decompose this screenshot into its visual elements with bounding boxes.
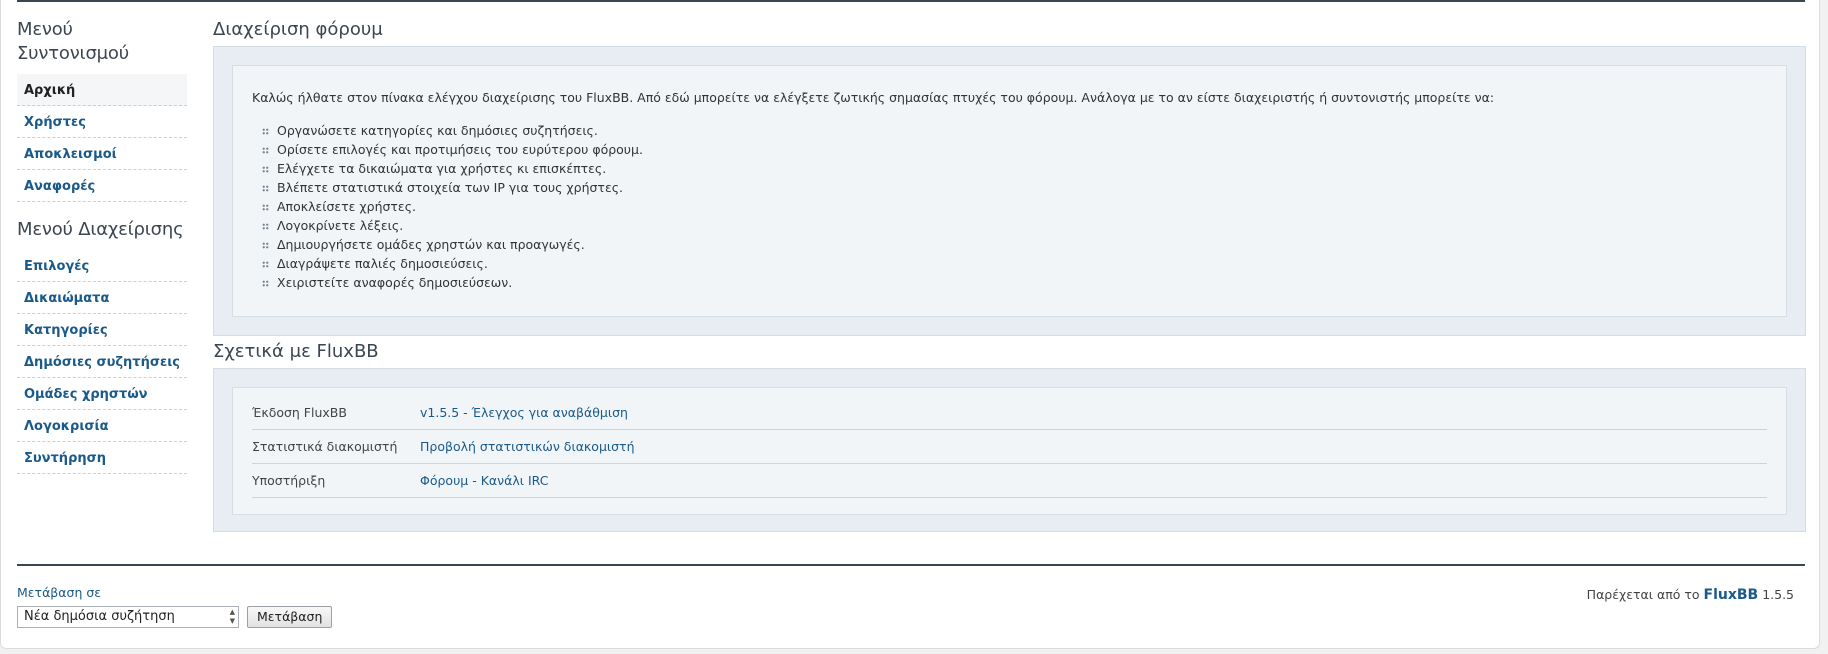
- admin-menu-title: Μενού Διαχείρισης: [17, 219, 184, 240]
- version-check-link[interactable]: v1.5.5 - Έλεγχος για αναβάθμιση: [420, 405, 628, 420]
- jump-label: Μετάβαση σε: [17, 585, 102, 600]
- list-item: Χειριστείτε αναφορές δημοσιεύσεων.: [262, 273, 1767, 292]
- list-item: Βλέπετε στατιστικά στοιχεία των IP για τ…: [262, 178, 1767, 197]
- support-value: Φόρουμ - Κανάλι IRC: [420, 463, 1767, 498]
- bullet-icon: [262, 185, 269, 192]
- sidebar-item-label[interactable]: Επιλογές: [24, 259, 89, 274]
- sidebar: Μενού Συντονισμού Αρχική Χρήστες Αποκλει…: [17, 18, 187, 490]
- main-content: Διαχείριση φόρουμ Καλώς ήλθατε στον πίνα…: [213, 18, 1806, 532]
- server-stats-link[interactable]: Προβολή στατιστικών διακομιστή: [420, 439, 635, 454]
- sidebar-item-label[interactable]: Χρήστες: [24, 115, 86, 130]
- list-item: Ελέγχετε τα δικαιώματα για χρήστες κι επ…: [262, 159, 1767, 178]
- sidebar-item-label[interactable]: Δημόσιες συζητήσεις: [24, 355, 180, 370]
- sidebar-item-index[interactable]: Αρχική: [17, 74, 187, 106]
- sidebar-item-categories[interactable]: Κατηγορίες: [17, 314, 187, 346]
- powered-prefix: Παρέχεται από το: [1586, 587, 1700, 602]
- feature-list: Οργανώσετε κατηγορίες και δημόσιες συζητ…: [252, 121, 1767, 292]
- server-stats-value: Προβολή στατιστικών διακομιστή: [420, 429, 1767, 464]
- forum-jump-select[interactable]: Νέα δημόσια συζήτηση ▲ ▼: [17, 606, 239, 628]
- about-section-inner: Έκδοση FluxBB v1.5.5 - Έλεγχος για αναβά…: [232, 387, 1787, 515]
- sidebar-item-label[interactable]: Αναφορές: [24, 179, 95, 194]
- select-arrows-icon: ▲ ▼: [229, 608, 235, 625]
- list-item: Αποκλείσετε χρήστες.: [262, 197, 1767, 216]
- sidebar-item-label[interactable]: Δικαιώματα: [24, 291, 109, 306]
- sidebar-item-label[interactable]: Ομάδες χρηστών: [24, 387, 147, 402]
- list-item: Διαγράψετε παλιές δημοσιεύσεις.: [262, 254, 1767, 273]
- bullet-icon: [262, 280, 269, 287]
- list-item: Οργανώσετε κατηγορίες και δημόσιες συζητ…: [262, 121, 1767, 140]
- bullet-icon: [262, 242, 269, 249]
- jump-to-form: Μετάβαση σε Νέα δημόσια συζήτηση ▲ ▼ Μετά…: [17, 585, 333, 628]
- list-item: Ορίσετε επιλογές και προτιμήσεις του ευρ…: [262, 140, 1767, 159]
- moderator-menu: Αρχική Χρήστες Αποκλεισμοί Αναφορές: [17, 74, 187, 202]
- about-section-title: Σχετικά με FluxBB: [213, 341, 379, 362]
- sidebar-item-groups[interactable]: Ομάδες χρηστών: [17, 378, 187, 410]
- bullet-icon: [262, 223, 269, 230]
- sidebar-item-options[interactable]: Επιλογές: [17, 250, 187, 282]
- table-row: Υποστήριξη Φόρουμ - Κανάλι IRC: [252, 463, 1767, 498]
- admin-section-box: Καλώς ήλθατε στον πίνακα ελέγχου διαχείρ…: [213, 46, 1806, 336]
- forum-jump-selected: Νέα δημόσια συζήτηση: [24, 609, 175, 624]
- sidebar-item-label[interactable]: Αποκλεισμοί: [24, 147, 117, 162]
- about-table: Έκδοση FluxBB v1.5.5 - Έλεγχος για αναβά…: [252, 396, 1767, 498]
- powered-by: Παρέχεται από το FluxBB 1.5.5: [1587, 587, 1794, 603]
- moderator-menu-title: Μενού Συντονισμού: [17, 19, 129, 64]
- list-item: Δημιουργήσετε ομάδες χρηστών και προαγωγ…: [262, 235, 1767, 254]
- about-section-box: Έκδοση FluxBB v1.5.5 - Έλεγχος για αναβά…: [213, 368, 1806, 532]
- support-label: Υποστήριξη: [252, 463, 420, 498]
- support-link[interactable]: Φόρουμ - Κανάλι IRC: [420, 473, 548, 488]
- admin-menu: Επιλογές Δικαιώματα Κατηγορίες Δημόσιες …: [17, 250, 187, 474]
- admin-intro-text: Καλώς ήλθατε στον πίνακα ελέγχου διαχείρ…: [252, 90, 1495, 105]
- bullet-icon: [262, 128, 269, 135]
- bullet-icon: [262, 147, 269, 154]
- server-stats-label: Στατιστικά διακομιστή: [252, 429, 420, 464]
- sidebar-item-permissions[interactable]: Δικαιώματα: [17, 282, 187, 314]
- version-value: v1.5.5 - Έλεγχος για αναβάθμιση: [420, 396, 1767, 430]
- sidebar-item-censoring[interactable]: Λογοκρισία: [17, 410, 187, 442]
- sidebar-item-label[interactable]: Αρχική: [24, 83, 75, 98]
- list-item: Λογοκρίνετε λέξεις.: [262, 216, 1767, 235]
- bullet-icon: [262, 166, 269, 173]
- bullet-icon: [262, 261, 269, 268]
- top-divider: [17, 0, 1805, 2]
- jump-button[interactable]: Μετάβαση: [247, 606, 333, 628]
- bullet-icon: [262, 204, 269, 211]
- sidebar-item-users[interactable]: Χρήστες: [17, 106, 187, 138]
- powered-version: 1.5.5: [1762, 587, 1794, 602]
- version-label: Έκδοση FluxBB: [252, 396, 420, 430]
- table-row: Έκδοση FluxBB v1.5.5 - Έλεγχος για αναβά…: [252, 396, 1767, 430]
- sidebar-item-label[interactable]: Λογοκρισία: [24, 419, 109, 434]
- sidebar-item-forums[interactable]: Δημόσιες συζητήσεις: [17, 346, 187, 378]
- sidebar-item-label[interactable]: Κατηγορίες: [24, 323, 108, 338]
- sidebar-item-label[interactable]: Συντήρηση: [24, 451, 106, 466]
- page-container: Μενού Συντονισμού Αρχική Χρήστες Αποκλει…: [0, 0, 1820, 649]
- sidebar-item-reports[interactable]: Αναφορές: [17, 170, 187, 202]
- admin-section-title: Διαχείριση φόρουμ: [213, 19, 383, 40]
- sidebar-item-maintenance[interactable]: Συντήρηση: [17, 442, 187, 474]
- jump-row: Νέα δημόσια συζήτηση ▲ ▼ Μετάβαση: [17, 606, 333, 628]
- sidebar-item-bans[interactable]: Αποκλεισμοί: [17, 138, 187, 170]
- table-row: Στατιστικά διακομιστή Προβολή στατιστικώ…: [252, 429, 1767, 464]
- admin-section-inner: Καλώς ήλθατε στον πίνακα ελέγχου διαχείρ…: [232, 65, 1787, 317]
- fluxbb-link[interactable]: FluxBB: [1704, 587, 1759, 603]
- bottom-divider: [17, 564, 1805, 566]
